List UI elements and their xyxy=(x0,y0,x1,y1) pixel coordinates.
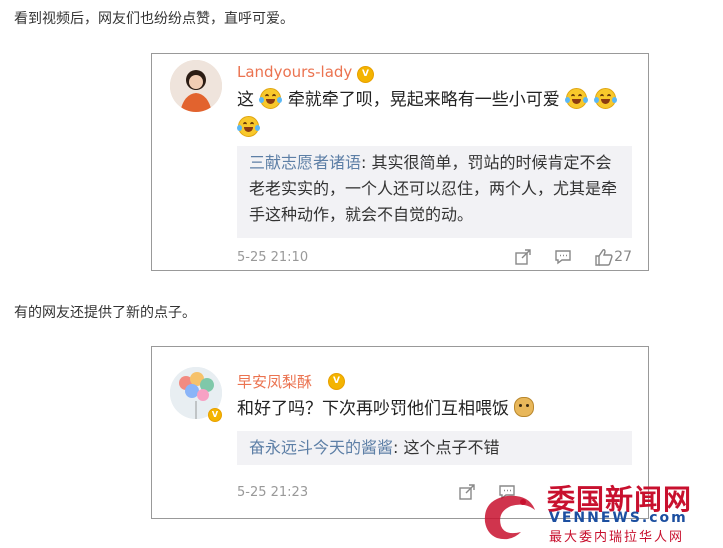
reply-text: : 这个点子不错 xyxy=(393,438,500,457)
site-watermark: 委国新闻网 VENNEWS.com 最大委内瑞拉华人网 xyxy=(477,478,717,546)
user-avatar[interactable] xyxy=(170,60,222,112)
comment-username[interactable]: Landyours-lady xyxy=(237,63,352,81)
comment-text-part: 牵就牵了呗，晃起来略有一些小可爱 xyxy=(287,90,560,110)
comment-username[interactable]: 早安凤梨酥 xyxy=(237,371,312,392)
comment-card: V Landyours-lady 这 牵就牵了呗，晃起来略有一些小可爱 三献志愿… xyxy=(151,53,649,271)
vip-crown-icon: V xyxy=(357,66,374,83)
watermark-subtitle: 最大委内瑞拉华人网 xyxy=(549,530,685,545)
comment-text-part: 这 xyxy=(237,90,254,110)
reply-username[interactable]: 三献志愿者诸语 xyxy=(249,153,361,172)
comment-icon[interactable] xyxy=(554,248,572,266)
like-count: 27 xyxy=(614,249,632,265)
laugh-cry-emoji-icon xyxy=(593,88,617,109)
like-button[interactable]: 27 xyxy=(594,248,632,266)
comment-timestamp: 5-25 21:23 xyxy=(237,485,309,500)
vip-crown-icon: V xyxy=(328,373,345,390)
laugh-cry-emoji-icon xyxy=(259,88,283,109)
laugh-cry-emoji-icon xyxy=(237,116,260,137)
comment-text: 这 牵就牵了呗，晃起来略有一些小可爱 xyxy=(237,86,630,142)
laugh-cry-emoji-icon xyxy=(565,88,589,109)
reply-username[interactable]: 奋永远斗今天的酱酱 xyxy=(249,438,393,457)
share-icon[interactable] xyxy=(514,248,532,266)
thumbs-up-icon xyxy=(594,248,613,266)
comment-text: 和好了吗？下次再吵罚他们互相喂饭 xyxy=(237,395,630,423)
dragon-logo-icon xyxy=(484,495,535,540)
comment-timestamp: 5-25 21:10 xyxy=(237,250,309,265)
second-paragraph: 有的网友还提供了新的点子。 xyxy=(14,305,196,321)
comment-text-part: 和好了吗？下次再吵罚他们互相喂饭 xyxy=(237,399,509,419)
comment-actions: 27 xyxy=(514,248,632,266)
reply-box: 三献志愿者诸语: 其实很简单，罚站的时候肯定不会老老实实的，一个人还可以忍住，两… xyxy=(237,146,632,238)
watermark-url: VENNEWS.com xyxy=(549,510,688,526)
share-icon[interactable] xyxy=(458,483,476,501)
doge-emoji-icon xyxy=(514,397,535,417)
vip-crown-icon: V xyxy=(208,408,222,422)
intro-paragraph: 看到视频后，网友们也纷纷点赞，直呼可爱。 xyxy=(14,11,294,27)
reply-box: 奋永远斗今天的酱酱: 这个点子不错 xyxy=(237,431,632,465)
